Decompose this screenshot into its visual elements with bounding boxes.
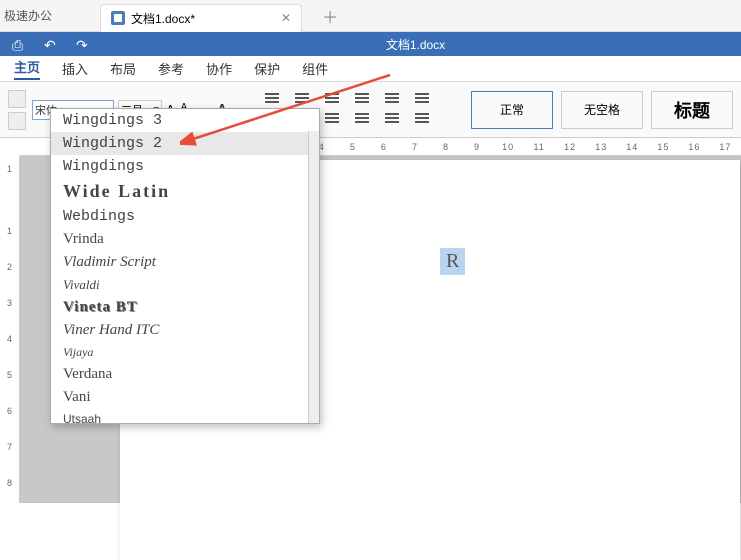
font-option[interactable]: Webdings — [51, 205, 319, 228]
font-option[interactable]: Wingdings 2 — [51, 132, 319, 155]
font-option[interactable]: Vrinda — [51, 228, 319, 251]
style-nospace[interactable]: 无空格 — [561, 91, 643, 129]
document-tab-label: 文档1.docx* — [131, 10, 195, 27]
paste-icon[interactable] — [8, 90, 26, 108]
menu-0[interactable]: 主页 — [14, 57, 40, 80]
font-option[interactable]: Wide Latin — [51, 178, 319, 205]
print-icon[interactable] — [12, 37, 26, 51]
multilevel-list-icon[interactable] — [325, 93, 341, 107]
menu-2[interactable]: 布局 — [110, 59, 136, 78]
increase-indent-icon[interactable] — [385, 93, 401, 107]
font-option[interactable]: Vladimir Script — [51, 251, 319, 274]
font-option[interactable]: Vani — [51, 386, 319, 409]
decrease-indent-icon[interactable] — [355, 93, 371, 107]
window-title: 文档1.docx — [90, 36, 741, 53]
font-option[interactable]: Utsaah — [51, 409, 319, 424]
menu-1[interactable]: 插入 — [62, 59, 88, 78]
style-heading[interactable]: 标题 — [651, 91, 733, 129]
number-list-icon[interactable] — [295, 93, 311, 107]
font-option[interactable]: Vivaldi — [51, 274, 319, 296]
font-option[interactable]: Wingdings 3 — [51, 109, 319, 132]
tab-bar: 极速办公 文档1.docx* ✕ ＋ — [0, 0, 741, 32]
selected-text[interactable]: R — [440, 248, 465, 275]
undo-icon[interactable] — [44, 37, 58, 51]
font-option[interactable]: Verdana — [51, 363, 319, 386]
menu-3[interactable]: 参考 — [158, 59, 184, 78]
redo-icon[interactable] — [76, 37, 90, 51]
close-tab-icon[interactable]: ✕ — [281, 11, 291, 25]
font-option[interactable]: Wingdings — [51, 155, 319, 178]
doc-icon — [111, 11, 125, 25]
menu-5[interactable]: 保护 — [254, 59, 280, 78]
border-icon[interactable] — [415, 113, 431, 127]
font-option[interactable]: Viner Hand ITC — [51, 319, 319, 342]
format-painter-icon[interactable] — [8, 112, 26, 130]
font-option[interactable]: Vineta BT — [51, 296, 319, 319]
line-spacing-icon[interactable] — [415, 93, 431, 107]
shading-icon[interactable] — [385, 113, 401, 127]
align-right-icon[interactable] — [325, 113, 341, 127]
menu-bar: 主页 插入 布局 参考 协作 保护 组件 — [0, 56, 741, 82]
bullet-list-icon[interactable] — [265, 93, 281, 107]
font-dropdown[interactable]: Wingdings 3Wingdings 2WingdingsWide Lati… — [50, 108, 320, 424]
menu-4[interactable]: 协作 — [206, 59, 232, 78]
app-label: 极速办公 — [0, 7, 100, 24]
font-option[interactable]: Vijaya — [51, 342, 319, 363]
title-bar: 文档1.docx — [0, 32, 741, 56]
add-tab-button[interactable]: ＋ — [322, 4, 338, 28]
vertical-ruler: 112345678 — [0, 156, 20, 503]
document-tab[interactable]: 文档1.docx* ✕ — [100, 4, 302, 32]
menu-6[interactable]: 组件 — [302, 59, 328, 78]
paragraph-mark-icon[interactable] — [355, 113, 371, 127]
style-normal[interactable]: 正常 — [471, 91, 553, 129]
